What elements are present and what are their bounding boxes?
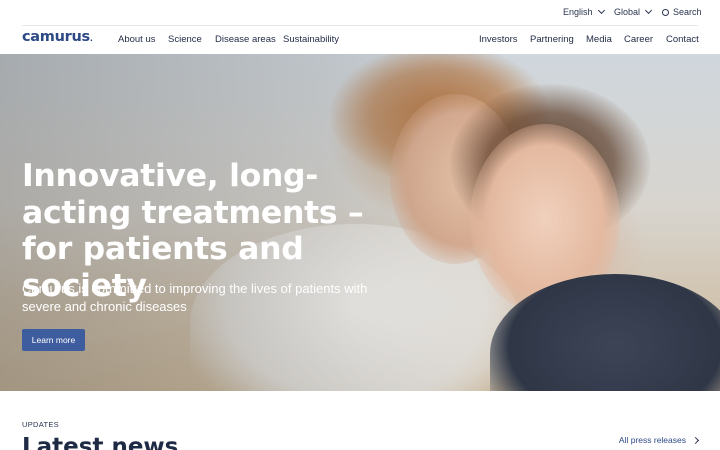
nav-partnering[interactable]: Partnering xyxy=(530,34,574,45)
nav-disease-areas[interactable]: Disease areas xyxy=(215,34,276,45)
search-label: Search xyxy=(673,7,702,17)
utility-bar: English Global Search xyxy=(0,0,720,25)
hero-subtitle: Camurus is committed to improving the li… xyxy=(22,281,368,314)
main-nav: camurus. About us Science Disease areas … xyxy=(0,26,720,54)
search-button[interactable]: Search xyxy=(662,7,702,17)
nav-investors[interactable]: Investors xyxy=(479,34,518,45)
region-selector[interactable]: Global xyxy=(614,6,653,17)
nav-career[interactable]: Career xyxy=(624,34,653,45)
nav-sustainability[interactable]: Sustainability xyxy=(283,34,339,45)
language-label: English xyxy=(563,7,593,17)
logo-dot: . xyxy=(89,34,93,43)
latest-news-title: Latest news xyxy=(22,434,179,450)
updates-label: UPDATES xyxy=(22,420,59,429)
press-link-label: All press releases xyxy=(618,435,686,445)
nav-contact[interactable]: Contact xyxy=(666,34,699,45)
search-icon xyxy=(662,8,669,16)
chevron-down-icon xyxy=(644,6,653,15)
logo-text: camurus xyxy=(22,29,90,45)
nav-science[interactable]: Science xyxy=(168,34,202,45)
language-selector[interactable]: English xyxy=(563,6,605,17)
all-press-releases-link[interactable]: All press releases xyxy=(618,435,700,445)
region-label: Global xyxy=(614,7,641,17)
nav-media[interactable]: Media xyxy=(586,34,612,45)
learn-more-button[interactable]: Learn more xyxy=(22,329,85,351)
chevron-down-icon xyxy=(597,6,605,15)
chevron-right-icon xyxy=(691,436,700,444)
camurus-logo[interactable]: camurus. xyxy=(22,29,93,45)
hero-banner: Innovative, long-acting treatments – for… xyxy=(0,54,720,391)
nav-about-us[interactable]: About us xyxy=(118,34,156,45)
